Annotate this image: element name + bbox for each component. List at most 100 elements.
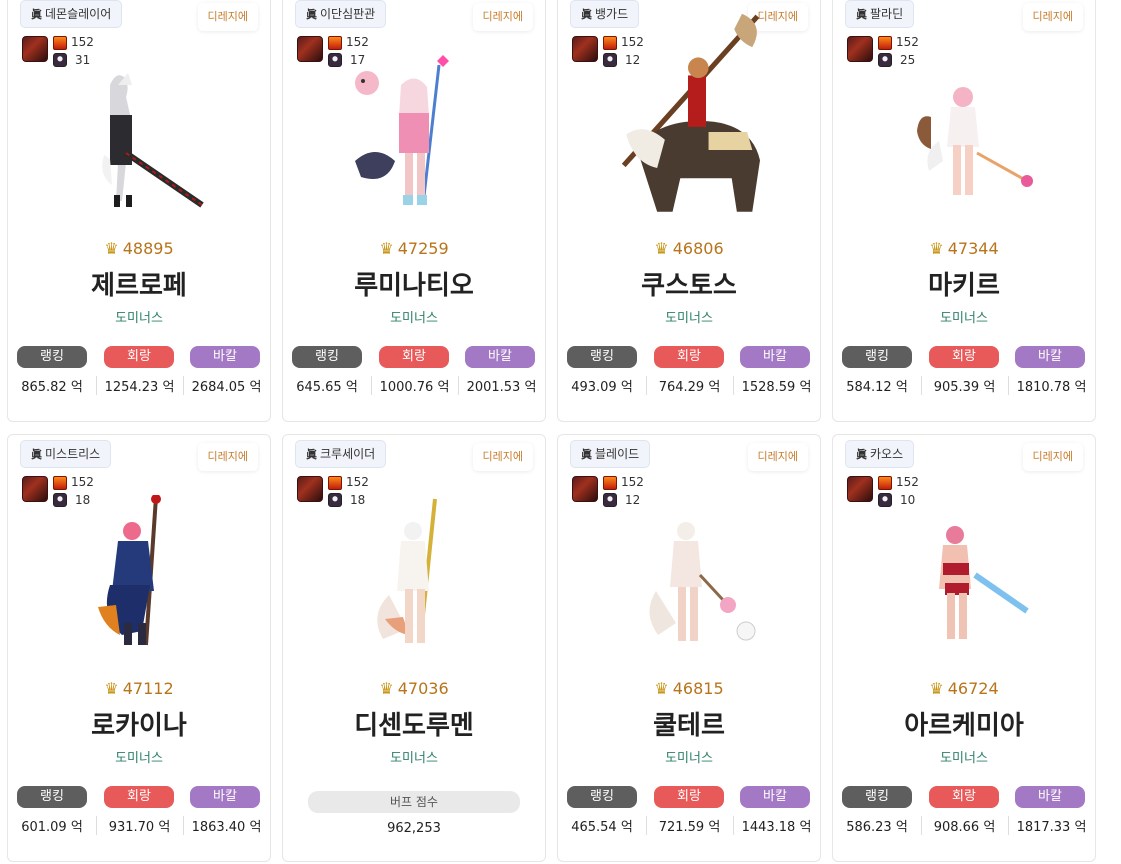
guild-name[interactable]: 도미너스 xyxy=(8,307,270,326)
guild-name[interactable]: 도미너스 xyxy=(283,307,545,326)
character-card[interactable]: 眞 크루세이더 디레지에 152 18 ♛ 47036 디센도루멘 도미너스 버프 … xyxy=(282,434,546,862)
fire-emblem-icon xyxy=(53,476,67,490)
class-badge: 眞 크루세이더 xyxy=(295,440,387,468)
class-name: 미스트리스 xyxy=(45,447,101,461)
fire-emblem-icon xyxy=(328,476,342,490)
adventure-tag[interactable]: 디레지에 xyxy=(472,3,533,31)
character-card[interactable]: 眞 카오스 디레지에 152 10 ♛ 46724 아르케미아 도미너스 랭킹 회랑… xyxy=(832,434,1096,862)
emblem-level: 152 xyxy=(346,35,369,49)
corridor-pill: 회랑 xyxy=(929,786,999,808)
class-badge: 眞 이단심판관 xyxy=(295,0,387,28)
fame-value: 47036 xyxy=(397,679,449,698)
character-name[interactable]: 마키르 xyxy=(833,265,1095,302)
buff-score-value: 962,253 xyxy=(387,821,441,836)
character-card[interactable]: 眞 뱅가드 디레지에 152 12 ♛ 46806 쿠스토스 도미너스 랭킹 회랑 … xyxy=(557,0,821,422)
fame-value: 47344 xyxy=(947,239,999,258)
guild-name[interactable]: 도미너스 xyxy=(833,747,1095,766)
emblem-icon xyxy=(572,476,598,502)
skull-emblem-icon xyxy=(328,493,342,507)
class-badge: 眞 미스트리스 xyxy=(20,440,112,468)
emblem-level: 152 xyxy=(71,475,94,489)
ranking-pill: 랭킹 xyxy=(17,346,87,368)
adventure-tag[interactable]: 디레지에 xyxy=(197,3,258,31)
guild-name[interactable]: 도미너스 xyxy=(8,747,270,766)
damage-labels: 랭킹 회랑 바칼 xyxy=(833,786,1095,810)
class-name: 크루세이더 xyxy=(320,447,376,461)
skull-emblem-icon xyxy=(603,493,617,507)
buff-score-label: 버프 점수 xyxy=(308,791,520,813)
bakal-value: 1863.40 억 xyxy=(183,816,269,835)
bakal-pill: 바칼 xyxy=(740,786,810,808)
corridor-value: 908.66 억 xyxy=(921,816,1007,835)
character-name[interactable]: 로카이나 xyxy=(8,705,270,742)
corridor-pill: 회랑 xyxy=(379,346,449,368)
guild-name[interactable]: 도미너스 xyxy=(283,747,545,766)
character-portrait xyxy=(102,73,204,208)
ranking-value: 465.54 억 xyxy=(571,820,633,835)
skull-emblem-icon xyxy=(53,493,67,507)
ranking-value: 493.09 억 xyxy=(571,380,633,395)
jin-mark: 眞 xyxy=(581,448,592,461)
damage-values: 645.65 억 1000.76 억 2001.53 억 xyxy=(283,376,545,396)
character-card[interactable]: 眞 미스트리스 디레지에 152 18 ♛ 47112 로카이나 도미너스 랭킹 회… xyxy=(7,434,271,862)
adventure-tag[interactable]: 디레지에 xyxy=(1022,443,1083,471)
adventure-tag[interactable]: 디레지에 xyxy=(472,443,533,471)
skull-emblem-icon xyxy=(53,53,67,67)
character-name[interactable]: 아르케미아 xyxy=(833,705,1095,742)
fire-emblem-icon xyxy=(878,476,892,490)
crown-icon: ♛ xyxy=(379,239,394,258)
crown-icon: ♛ xyxy=(929,239,944,258)
character-card[interactable]: 眞 이단심판관 디레지에 152 17 ♛ 47259 루미나티오 도미너스 랭킹 … xyxy=(282,0,546,422)
damage-values: 601.09 억 931.70 억 1863.40 억 xyxy=(8,816,270,836)
guild-name[interactable]: 도미너스 xyxy=(558,307,820,326)
bakal-pill: 바칼 xyxy=(190,786,260,808)
character-portrait xyxy=(649,522,756,641)
character-portrait xyxy=(917,87,1033,195)
emblem-icon xyxy=(22,476,48,502)
character-name[interactable]: 쿨테르 xyxy=(558,705,820,742)
damage-values: 465.54 억 721.59 억 1443.18 억 xyxy=(558,816,820,836)
corridor-value: 1000.76 억 xyxy=(371,376,457,395)
class-badge: 眞 팔라딘 xyxy=(845,0,915,28)
class-name: 카오스 xyxy=(870,447,904,461)
adventure-tag[interactable]: 디레지에 xyxy=(1022,3,1083,31)
fire-emblem-icon xyxy=(328,36,342,50)
damage-values: 586.23 억 908.66 억 1817.33 억 xyxy=(833,816,1095,836)
corridor-value: 721.59 억 xyxy=(646,816,732,835)
emblem-icon xyxy=(297,36,323,62)
crown-icon: ♛ xyxy=(929,679,944,698)
damage-labels: 랭킹 회랑 바칼 xyxy=(8,786,270,810)
adventure-tag[interactable]: 디레지에 xyxy=(197,443,258,471)
adventure-tag[interactable]: 디레지에 xyxy=(747,443,808,471)
emblem-icon xyxy=(847,36,873,62)
crown-icon: ♛ xyxy=(379,679,394,698)
class-name: 데몬슬레이어 xyxy=(45,7,112,21)
character-name[interactable]: 디센도루멘 xyxy=(283,705,545,742)
corridor-pill: 회랑 xyxy=(929,346,999,368)
character-portrait xyxy=(377,498,437,643)
guild-name[interactable]: 도미너스 xyxy=(833,307,1095,326)
skull-emblem-icon xyxy=(878,493,892,507)
guild-name[interactable]: 도미너스 xyxy=(558,747,820,766)
corridor-value: 1254.23 억 xyxy=(96,376,182,395)
jin-mark: 眞 xyxy=(856,8,867,21)
character-card[interactable]: 眞 블레이드 디레지에 152 12 ♛ 46815 쿨테르 도미너스 랭킹 회랑 … xyxy=(557,434,821,862)
character-name[interactable]: 루미나티오 xyxy=(283,265,545,302)
character-name[interactable]: 쿠스토스 xyxy=(558,265,820,302)
ranking-pill: 랭킹 xyxy=(842,786,912,808)
fame-value: 47259 xyxy=(397,239,449,258)
emblem-level: 152 xyxy=(71,35,94,49)
character-name[interactable]: 제르로페 xyxy=(8,265,270,302)
character-card[interactable]: 眞 팔라딘 디레지에 152 25 ♛ 47344 마키르 도미너스 랭킹 회랑 바… xyxy=(832,0,1096,422)
emblem-level: 152 xyxy=(346,475,369,489)
class-name: 이단심판관 xyxy=(320,7,376,21)
bakal-value: 1817.33 억 xyxy=(1008,816,1094,835)
fame-score: ♛ 47036 xyxy=(283,679,545,698)
bakal-value: 2684.05 억 xyxy=(183,376,269,395)
character-portrait xyxy=(621,13,760,212)
fire-emblem-icon xyxy=(53,36,67,50)
bakal-value: 1443.18 억 xyxy=(733,816,819,835)
character-card[interactable]: 眞 데몬슬레이어 디레지에 152 31 ♛ 48895 제르로페 도미너스 랭킹 … xyxy=(7,0,271,422)
fame-score: ♛ 48895 xyxy=(8,239,270,258)
fame-value: 46815 xyxy=(672,679,724,698)
